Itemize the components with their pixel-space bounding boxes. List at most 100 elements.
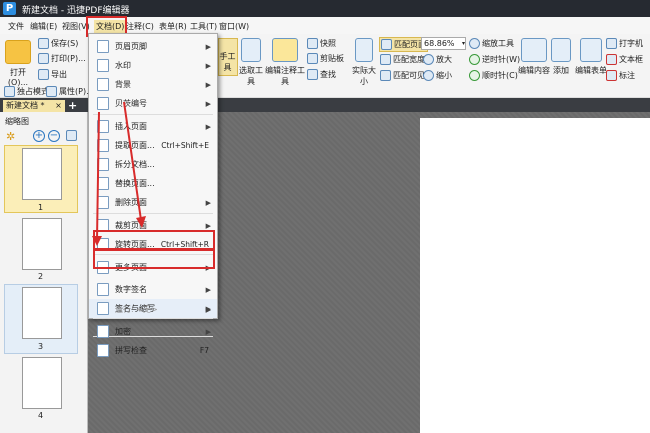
print-label: 打印(P)... (51, 54, 86, 63)
window-title: 新建文档 - 迅捷PDF编辑器 (22, 6, 130, 16)
callout-label: 标注 (619, 71, 635, 80)
clipboard-button[interactable]: 剪贴板 (307, 53, 344, 64)
menu-comment[interactable]: 注释(C) (126, 21, 154, 32)
menu-edit[interactable]: 编辑(E) (30, 21, 57, 32)
form-icon (580, 38, 602, 62)
new-tab-button[interactable]: + (68, 99, 77, 112)
page-number: 1 (38, 203, 44, 212)
folder-icon (5, 40, 31, 64)
rotate-ccw-icon (469, 54, 480, 65)
chevron-right-icon: ▶ (205, 80, 211, 89)
thumbnail-page-4[interactable] (22, 357, 62, 409)
clipboard-icon (307, 53, 318, 64)
annotation-icon (272, 38, 298, 62)
typewriter-icon (606, 38, 617, 49)
find-icon (307, 69, 318, 80)
zoom-select[interactable]: 68.86% ▾ (421, 37, 466, 50)
edit-content-button[interactable]: 编辑内容 (517, 38, 551, 76)
zoom-tool-button[interactable]: 缩放工具 (469, 38, 514, 49)
menu-item[interactable]: 页眉页脚 ▶ (89, 37, 217, 56)
add-icon (551, 38, 571, 62)
menu-item[interactable]: 删除页面 ▶ (89, 193, 217, 212)
properties-button[interactable]: 属性(P)... (46, 86, 94, 97)
menu-item[interactable]: 替换页面... (89, 174, 217, 193)
textbox-label: 文本框 (619, 55, 643, 64)
rotate-icon (66, 130, 77, 141)
save-label: 保存(S) (51, 39, 79, 48)
typewriter-label: 打字机 (619, 39, 643, 48)
typewriter-button[interactable]: 打字机 (606, 38, 643, 49)
menu-item-icon (97, 78, 109, 91)
crown-icon (4, 86, 15, 97)
menu-form[interactable]: 表单(R) (159, 21, 187, 32)
actual-size-button[interactable]: 实际大小 (349, 38, 379, 87)
tab-new-document[interactable]: 新建文档 * × (3, 100, 65, 112)
zoom-in-thumbnail-icon[interactable]: + (33, 130, 45, 142)
rotate-cw-label: 顺时针(C) (482, 71, 518, 80)
menu-item[interactable]: 数字签名 ▶ (89, 280, 217, 299)
menu-item[interactable]: 背景 ▶ (89, 75, 217, 94)
edit-annotation-button[interactable]: 编辑注释工具 (265, 38, 305, 87)
thumbnail-title: 缩略图 (5, 117, 29, 126)
zoom-out-button[interactable]: 缩小 (423, 70, 452, 81)
edit-annotation-label: 编辑注释工具 (265, 66, 305, 86)
fit-visible-button[interactable]: 匹配可见 (380, 70, 425, 81)
snapshot-button[interactable]: 快照 (307, 38, 336, 49)
menu-item[interactable]: 运行: <无> ▶ (89, 300, 217, 319)
fit-width-button[interactable]: 匹配宽度 (380, 54, 425, 65)
chevron-right-icon: ▶ (205, 99, 211, 108)
edit-form-button[interactable]: 编辑表单 (574, 38, 608, 76)
chevron-down-icon: ▾ (461, 40, 465, 47)
edit-form-label: 编辑表单 (575, 66, 607, 75)
gear-icon[interactable]: ✲ (6, 130, 20, 143)
menu-item[interactable]: 拆分文档... (89, 155, 217, 174)
thumbnail-page-3[interactable] (22, 287, 62, 339)
rotate-cw-button[interactable]: 顺时针(C) (469, 70, 518, 81)
zoom-in-button[interactable]: 放大 (423, 54, 452, 65)
close-icon[interactable]: × (55, 101, 62, 110)
menu-tools[interactable]: 工具(T) (190, 21, 217, 32)
save-button[interactable]: 保存(S) (38, 38, 78, 49)
thumbnail-page-1[interactable] (22, 148, 62, 200)
menu-item[interactable]: 加密 ▶ (89, 322, 217, 341)
menu-item-label: 提取页面... (115, 141, 155, 150)
document-page[interactable] (420, 118, 650, 433)
menu-item[interactable]: 插入页面 ▶ (89, 117, 217, 136)
menu-item[interactable]: 贝茨编号 ▶ (89, 94, 217, 113)
save-icon (38, 38, 49, 49)
find-button[interactable]: 查找 (307, 69, 336, 80)
properties-icon (46, 86, 57, 97)
print-button[interactable]: 打印(P)... (38, 53, 86, 64)
thumbnail-page-2[interactable] (22, 218, 62, 270)
menu-separator (93, 213, 213, 214)
menu-file[interactable]: 文件 (8, 21, 24, 32)
exclusive-mode-button[interactable]: 独占模式 (4, 86, 49, 97)
menu-item-icon (97, 325, 109, 338)
highlight-box-menu-item (93, 230, 215, 250)
hand-tool-button[interactable]: 手工具 (218, 38, 238, 76)
document-dropdown-menu: 页眉页脚 ▶ 水印 ▶ 背景 ▶ 贝茨编号 ▶ 插入页面 ▶ 提取页面... Ctrl+Shift+E… (88, 33, 218, 357)
select-label: 选取工具 (239, 66, 263, 86)
menu-item[interactable]: 水印 ▶ (89, 56, 217, 75)
export-button[interactable]: 导出 (38, 69, 67, 80)
menu-item[interactable]: 提取页面... Ctrl+Shift+E (89, 136, 217, 155)
callout-button[interactable]: 标注 (606, 70, 635, 81)
chevron-right-icon: ▶ (205, 198, 211, 207)
menu-separator (93, 114, 213, 115)
page-number: 3 (38, 342, 44, 351)
zoom-out-label: 缩小 (436, 71, 452, 80)
export-icon (38, 69, 49, 80)
menu-window[interactable]: 窗口(W) (219, 21, 249, 32)
clipboard-label: 剪贴板 (320, 54, 344, 63)
fit-visible-icon (380, 70, 391, 81)
chevron-right-icon: ▶ (205, 327, 211, 336)
open-button[interactable]: 打开(O)... (3, 40, 33, 87)
chevron-right-icon: ▶ (205, 42, 211, 51)
textbox-button[interactable]: 文本框 (606, 54, 643, 65)
rotate-thumbnail-icon[interactable] (66, 130, 78, 142)
add-button[interactable]: 添加 (548, 38, 574, 76)
rotate-ccw-button[interactable]: 逆时针(W) (469, 54, 520, 65)
menu-item[interactable]: 拼写检查 F7 (89, 341, 217, 360)
select-tool-button[interactable]: 选取工具 (236, 38, 266, 87)
zoom-out-thumbnail-icon[interactable]: − (48, 130, 60, 142)
